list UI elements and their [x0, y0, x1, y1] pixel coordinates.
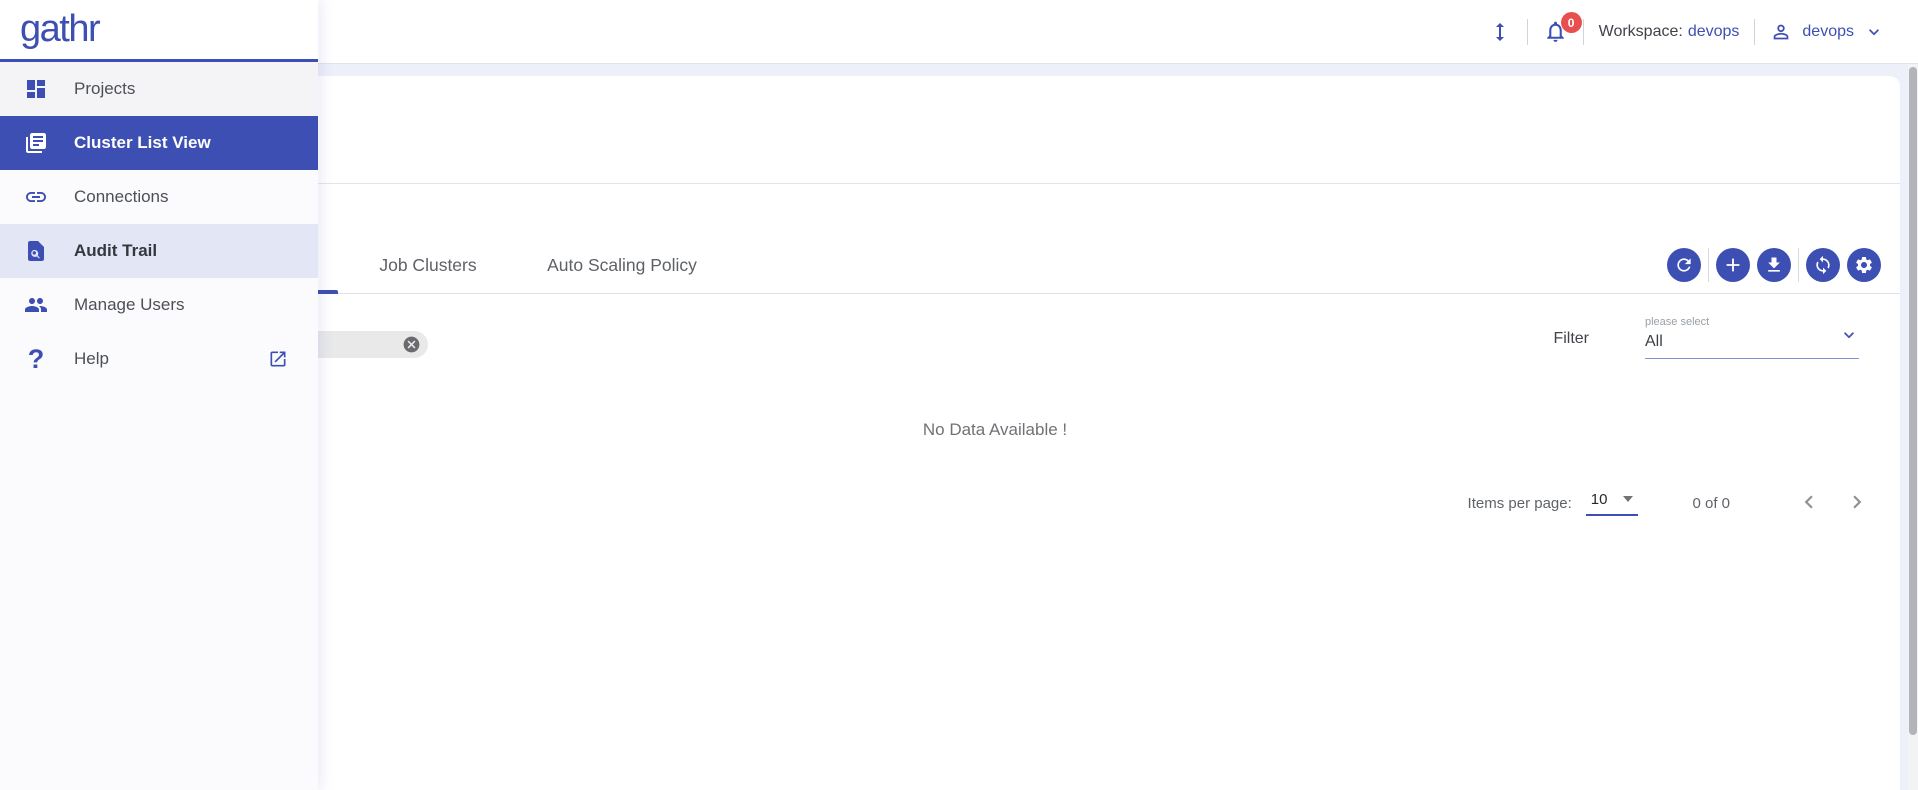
sidebar-item-help[interactable]: ? Help: [0, 332, 318, 386]
items-per-page-value: 10: [1590, 490, 1608, 508]
refresh-button[interactable]: [1667, 248, 1701, 282]
settings-icon: [1854, 255, 1874, 275]
sidebar-item-connections[interactable]: Connections: [0, 170, 318, 224]
sidebar-item-label: Connections: [74, 187, 169, 206]
tab-job-clusters[interactable]: Job Clusters: [348, 236, 508, 294]
tab-auto-scaling-policy[interactable]: Auto Scaling Policy: [516, 236, 728, 294]
sidebar-item-label: Help: [74, 349, 109, 368]
sidebar-item-label: Projects: [74, 79, 136, 98]
filter-select-value: All: [1645, 333, 1663, 350]
header-separator: [1754, 18, 1756, 45]
sidebar-item-cluster-list-view[interactable]: Cluster List View: [0, 116, 318, 170]
notification-count-badge: 0: [1560, 12, 1582, 33]
workspace-text: Workspace: devops: [1599, 23, 1740, 41]
person-icon: [1770, 21, 1792, 43]
list-view-icon: [24, 131, 48, 155]
vertical-scrollbar-thumb[interactable]: [1909, 67, 1917, 735]
dashboard-icon: [24, 77, 48, 101]
user-name-label: devops: [1802, 22, 1854, 40]
sidebar-item-label: Manage Users: [74, 295, 185, 314]
chevron-left-icon: [1796, 489, 1822, 518]
height-updown-icon[interactable]: [1488, 20, 1512, 44]
link-icon: [24, 185, 48, 209]
download-button[interactable]: [1757, 248, 1791, 282]
header-separator: [1582, 18, 1584, 45]
sidebar-item-label: Audit Trail: [74, 241, 158, 260]
sidebar-item-manage-users[interactable]: Manage Users: [0, 278, 318, 332]
items-per-page-select[interactable]: 10: [1585, 490, 1639, 516]
sync-icon: [1813, 255, 1833, 275]
sidebar: gathr Projects Cluster List View Connect…: [0, 0, 318, 790]
paginator: Items per page: 10 0 of 0: [1468, 490, 1870, 516]
add-button[interactable]: [1716, 248, 1750, 282]
previous-page-button[interactable]: [1796, 490, 1822, 516]
empty-state-message: No Data Available !: [922, 420, 1068, 439]
workspace-label: Workspace:: [1598, 22, 1683, 40]
sidebar-item-audit-trail[interactable]: Audit Trail: [0, 224, 318, 278]
external-link-icon: [268, 349, 288, 369]
sidebar-item-label: Cluster List View: [74, 133, 211, 152]
sync-button[interactable]: [1806, 248, 1840, 282]
filter-select-floating-label: please select: [1645, 316, 1710, 328]
sidebar-item-projects[interactable]: Projects: [0, 62, 318, 116]
clear-circle-icon: [402, 336, 421, 357]
filter-label: Filter: [1553, 330, 1589, 347]
question-mark-icon: ?: [27, 343, 45, 374]
audit-search-icon: [24, 239, 48, 263]
refresh-icon: [1674, 255, 1694, 275]
cluster-toolbar: [1660, 248, 1881, 282]
next-page-button[interactable]: [1844, 490, 1870, 516]
page-range-label: 0 of 0: [1692, 494, 1730, 512]
settings-button[interactable]: [1847, 248, 1881, 282]
toolbar-separator: [1798, 248, 1799, 282]
gathr-logo[interactable]: gathr: [20, 8, 101, 51]
filter-select[interactable]: please select All: [1645, 316, 1859, 359]
user-menu[interactable]: devops: [1770, 21, 1884, 43]
header-controls: 0 Workspace: devops devops: [1488, 0, 1884, 63]
add-icon: [1722, 254, 1744, 276]
dropdown-arrow-icon: [1623, 496, 1634, 502]
items-per-page-label: Items per page:: [1467, 494, 1572, 512]
header-separator: [1526, 18, 1528, 45]
workspace-link[interactable]: devops: [1688, 23, 1740, 40]
people-icon: [24, 293, 48, 317]
chevron-down-icon: [1839, 325, 1859, 350]
chevron-down-icon: [1864, 22, 1884, 42]
logo-area: gathr: [0, 0, 318, 62]
clear-search-button[interactable]: [402, 335, 421, 354]
download-icon: [1764, 255, 1784, 275]
toolbar-separator: [1708, 248, 1709, 282]
filter-controls: Filter please select All: [1553, 316, 1859, 359]
chevron-right-icon: [1844, 489, 1870, 518]
notifications-button[interactable]: 0: [1543, 12, 1582, 44]
